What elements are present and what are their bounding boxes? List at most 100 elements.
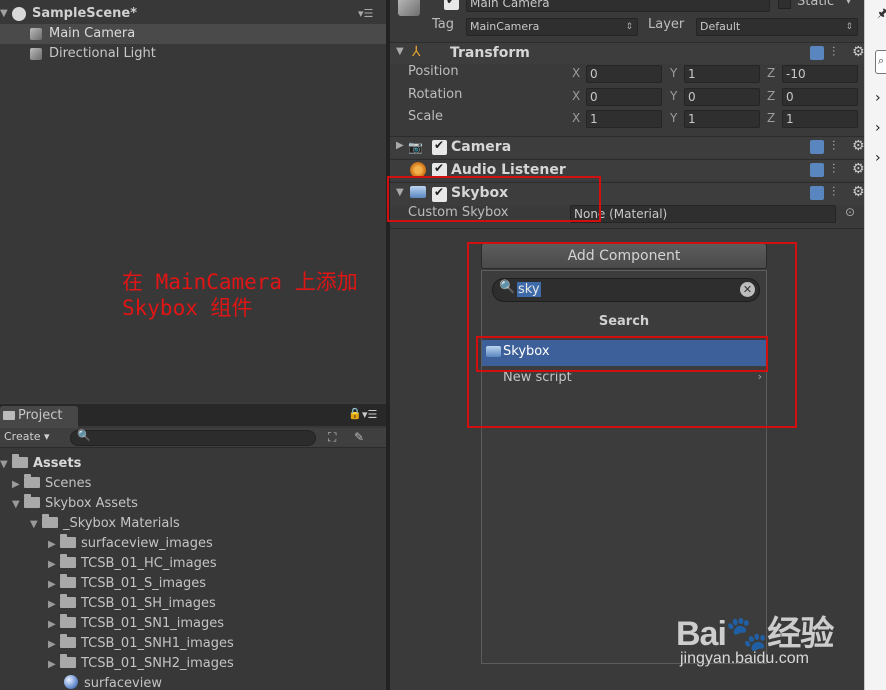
baidu-jingyan-logo: Bai🐾经验 — [676, 615, 834, 653]
tree-item-folder[interactable]: ▶ TCSB_01_SNH1_images — [48, 634, 234, 654]
tag-dropdown[interactable]: MainCamera ⇕ — [466, 18, 638, 36]
expand-arrow-icon[interactable]: ▶ — [48, 615, 60, 635]
create-dropdown[interactable]: Create ▾ — [4, 430, 50, 443]
folder-icon — [3, 411, 15, 420]
help-icon[interactable] — [810, 46, 824, 60]
expand-arrow-icon[interactable]: ▼ — [30, 515, 42, 535]
camera-icon: 📷 — [408, 140, 423, 154]
gear-icon[interactable]: ⚙ — [852, 184, 865, 200]
tree-item-folder[interactable]: ▶ TCSB_01_HC_images — [48, 554, 217, 574]
expand-arrow-icon[interactable]: ▼ — [0, 455, 12, 475]
project-search-input[interactable]: 🔍 — [70, 429, 316, 446]
chevron-right-icon[interactable]: › — [875, 90, 881, 106]
rotation-x-field[interactable]: 0 — [586, 88, 662, 106]
scale-z-field[interactable]: 1 — [782, 110, 858, 128]
preset-sliders-icon[interactable]: ⫶ — [832, 162, 835, 177]
gear-icon[interactable]: ⚙ — [852, 161, 865, 177]
camera-header[interactable]: ▶ 📷 Camera ⫶ ⚙ — [390, 136, 865, 158]
tab-project[interactable]: Project — [0, 406, 78, 428]
expand-arrow-icon[interactable]: ▶ — [48, 595, 60, 615]
scene-row[interactable]: ▼ SampleScene* ▾☰ — [0, 4, 386, 24]
scene-title: SampleScene* — [32, 6, 138, 21]
static-dropdown-icon[interactable]: ▾ — [846, 0, 851, 7]
position-z-field[interactable]: -10 — [782, 65, 858, 83]
tree-item-folder[interactable]: ▶ TCSB_01_SH_images — [48, 594, 216, 614]
component-header-icons: ⫶ ⚙ — [800, 161, 865, 180]
tree-item-label: TCSB_01_SNH2_images — [81, 656, 234, 671]
gameobject-cube-icon — [30, 28, 42, 40]
tree-item-label: surfaceview — [84, 676, 162, 690]
tree-item-skybox-assets[interactable]: ▼ Skybox Assets — [12, 494, 138, 514]
object-picker-icon[interactable]: ⊙ — [845, 205, 855, 219]
filter-by-type-icon[interactable]: ⛶ — [328, 430, 336, 445]
preset-sliders-icon[interactable]: ⫶ — [832, 45, 835, 60]
expand-arrow-icon[interactable]: ▶ — [48, 635, 60, 655]
tree-item-label: TCSB_01_S_images — [81, 576, 206, 591]
camera-enabled-checkbox[interactable] — [432, 138, 447, 155]
tree-item-material[interactable]: surfaceview — [64, 674, 162, 690]
gameobject-cube-icon — [30, 48, 42, 60]
rotation-y-field[interactable]: 0 — [684, 88, 760, 106]
tree-item-label: Assets — [33, 456, 82, 471]
lock-icon[interactable]: 🔒 — [348, 407, 362, 420]
expand-arrow-icon[interactable]: ▶ — [396, 140, 404, 151]
rotation-z-field[interactable]: 0 — [782, 88, 858, 106]
tree-item-folder[interactable]: ▶ TCSB_01_SNH2_images — [48, 654, 234, 674]
pin-icon[interactable]: 🖈 — [877, 4, 886, 25]
help-icon[interactable] — [810, 140, 824, 154]
search-field-fragment[interactable]: ⌕ — [875, 50, 886, 74]
expand-arrow-icon[interactable]: ▶ — [48, 555, 60, 575]
collapse-arrow-icon[interactable]: ▼ — [0, 4, 8, 24]
filter-by-label-icon[interactable]: ✎ — [354, 430, 364, 444]
static-checkbox[interactable] — [778, 0, 791, 9]
scene-menu-icon[interactable]: ▾☰ — [358, 4, 373, 24]
scale-y-field[interactable]: 1 — [684, 110, 760, 128]
active-checkbox[interactable] — [444, 0, 459, 10]
collapse-arrow-icon[interactable]: ▼ — [396, 46, 404, 57]
expand-arrow-icon[interactable]: ▶ — [48, 655, 60, 675]
custom-skybox-field[interactable]: None (Material) — [570, 205, 836, 223]
position-y-field[interactable]: 1 — [684, 65, 760, 83]
hierarchy-item-main-camera[interactable]: Main Camera — [0, 24, 386, 44]
preset-sliders-icon[interactable]: ⫶ — [832, 139, 835, 154]
transform-header[interactable]: ▼ ⅄ Transform ⫶ ⚙ — [390, 42, 865, 64]
position-x-field[interactable]: 0 — [586, 65, 662, 83]
tree-item-folder[interactable]: ▶ TCSB_01_S_images — [48, 574, 206, 594]
expand-arrow-icon[interactable]: ▶ — [48, 535, 60, 555]
tree-item-label: Scenes — [45, 476, 92, 491]
panel-menu-icon[interactable]: ▾☰ — [362, 408, 377, 421]
gear-icon[interactable]: ⚙ — [852, 44, 865, 60]
folder-icon — [42, 514, 58, 528]
layer-dropdown[interactable]: Default ⇕ — [696, 18, 858, 36]
help-icon[interactable] — [810, 186, 824, 200]
chevron-right-icon[interactable]: › — [875, 120, 881, 136]
tree-item-assets[interactable]: ▼ Assets — [0, 454, 81, 474]
folder-icon — [60, 594, 76, 608]
hierarchy-item-label: Main Camera — [49, 26, 136, 41]
object-name-field[interactable]: Main Camera — [466, 0, 770, 12]
tree-item-folder[interactable]: ▶ surfaceview_images — [48, 534, 213, 554]
scale-x-field[interactable]: 1 — [586, 110, 662, 128]
gear-icon[interactable]: ⚙ — [852, 138, 865, 154]
gameobject-icon — [398, 0, 420, 16]
help-icon[interactable] — [810, 163, 824, 177]
expand-arrow-icon[interactable]: ▶ — [48, 575, 60, 595]
search-icon: ⌕ — [878, 54, 885, 67]
hierarchy-panel: ▼ SampleScene* ▾☰ Main Camera Directiona… — [0, 0, 386, 402]
preset-sliders-icon[interactable]: ⫶ — [832, 185, 835, 200]
transform-axes-icon: ⅄ — [412, 44, 421, 60]
expand-arrow-icon[interactable]: ▶ — [12, 475, 24, 495]
tree-item-folder[interactable]: ▶ TCSB_01_SN1_images — [48, 614, 224, 634]
rotation-label: Rotation — [408, 87, 463, 102]
tree-item-scenes[interactable]: ▶ Scenes — [12, 474, 91, 494]
hierarchy-item-directional-light[interactable]: Directional Light — [0, 44, 386, 64]
dropdown-arrows-icon: ⇕ — [845, 22, 853, 32]
divider — [390, 228, 864, 229]
tree-item-skybox-materials[interactable]: ▼ _Skybox Materials — [30, 514, 180, 534]
axis-x-label: X — [572, 111, 581, 125]
material-sphere-icon — [64, 675, 78, 689]
highlight-skybox-component — [387, 176, 601, 222]
chevron-right-icon[interactable]: › — [875, 150, 881, 166]
expand-arrow-icon[interactable]: ▼ — [12, 495, 24, 515]
project-tabbar: Project 🔒 ▾☰ — [0, 404, 386, 428]
